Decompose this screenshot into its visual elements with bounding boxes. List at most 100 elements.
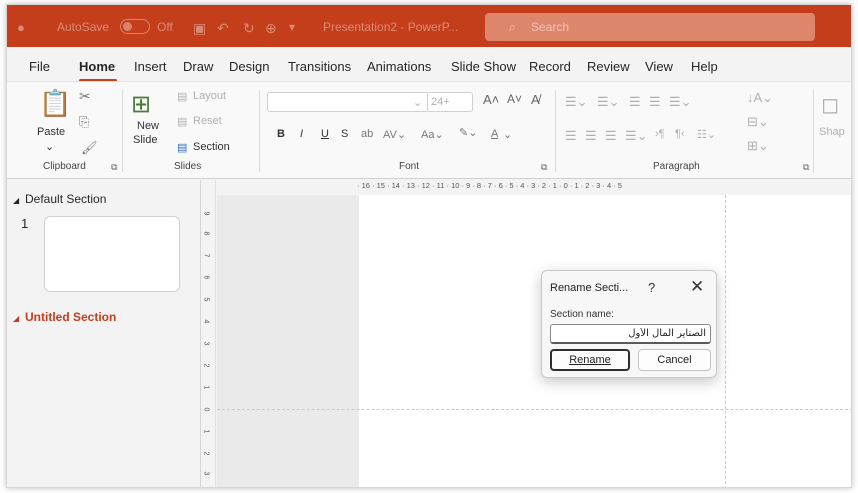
copy-icon[interactable]: ⎘ (79, 114, 89, 130)
highlight-icon[interactable]: ✎⌄ (459, 126, 477, 139)
horizontal-guide (217, 409, 851, 410)
app-logo-icon: ● (17, 20, 25, 35)
ribbon-separator (813, 90, 814, 172)
clipboard-launcher-icon[interactable]: ⧉ (111, 162, 117, 173)
search-icon: ⌕ (509, 20, 516, 34)
columns-icon[interactable]: ☷⌄ (697, 128, 716, 141)
reset-button[interactable]: Reset (193, 115, 222, 127)
layout-icon: ▤ (177, 91, 188, 103)
tab-record[interactable]: Record (529, 59, 571, 74)
clear-format-icon[interactable]: A̸ (531, 92, 540, 107)
ribbon: 📋 Paste ⌄ ✂ ⎘ 🖌 Clipboard ⧉ ⊞ New Slide … (7, 81, 851, 179)
tab-home[interactable]: Home (79, 59, 115, 74)
group-label-font: Font (399, 161, 420, 172)
autosave-toggle[interactable] (120, 19, 150, 34)
rename-button-label: Rename (569, 354, 611, 366)
strikethrough-icon[interactable]: ab (361, 128, 373, 140)
change-case-icon[interactable]: Aa⌄ (421, 128, 444, 141)
cut-icon[interactable]: ✂ (79, 88, 91, 105)
close-icon[interactable]: ✕ (690, 277, 704, 297)
new-slide-icon[interactable]: ⊞ (131, 90, 151, 119)
vertical-ruler: 9 8 7 6 5 4 3 2 1 0 1 2 3 (202, 180, 216, 487)
numbering-icon[interactable]: ☰⌄ (597, 94, 620, 110)
tab-slide-show[interactable]: Slide Show (451, 59, 516, 74)
shapes-icon[interactable]: ◻ (821, 92, 839, 118)
tab-help[interactable]: Help (691, 59, 718, 74)
strikethrough-button[interactable]: S (341, 128, 348, 140)
justify-icon[interactable]: ☰⌄ (625, 128, 648, 144)
dialog-title: Rename Secti... (550, 282, 629, 294)
align-left-icon[interactable]: ☰ (565, 128, 577, 144)
shapes-label[interactable]: Shap (819, 126, 845, 138)
align-center-icon[interactable]: ☰ (585, 128, 597, 144)
group-label-slides: Slides (174, 161, 202, 172)
tab-view[interactable]: View (645, 59, 673, 74)
text-direction-icon[interactable]: ↓A⌄ (747, 90, 773, 106)
section-untitled[interactable]: Untitled Section (25, 310, 116, 324)
shrink-font-icon[interactable]: A˅ (507, 92, 522, 106)
ruler-tick: 2 (202, 363, 210, 368)
ruler-tick: 3 (202, 341, 210, 346)
tab-file[interactable]: File (29, 59, 50, 74)
tab-design[interactable]: Design (229, 59, 269, 74)
underline-button[interactable]: U (321, 128, 329, 140)
new-slide-label-1[interactable]: New (137, 120, 159, 132)
ruler-tick: 6 (202, 275, 210, 280)
tab-transitions[interactable]: Transitions (288, 59, 351, 74)
ruler-tick: 7 (202, 253, 210, 258)
align-text-icon[interactable]: ⊟⌄ (747, 114, 769, 130)
redo-icon[interactable]: ↻ (243, 20, 255, 37)
font-color-dropdown-icon[interactable]: ⌄ (503, 128, 512, 141)
layout-button[interactable]: Layout (193, 90, 226, 102)
paragraph-launcher-icon[interactable]: ⧉ (803, 162, 809, 173)
present-icon[interactable]: ⊕ (265, 20, 277, 37)
cancel-button[interactable]: Cancel (638, 349, 711, 371)
italic-button[interactable]: I (300, 128, 303, 140)
font-color-icon[interactable]: A (491, 128, 498, 140)
grow-font-icon[interactable]: A˄ (483, 92, 499, 107)
bold-button[interactable]: B (277, 128, 285, 140)
section-default[interactable]: Default Section (25, 192, 106, 206)
reset-icon: ▤ (177, 116, 188, 128)
search-box[interactable]: ⌕ Search (485, 13, 815, 41)
format-painter-icon[interactable]: 🖌 (81, 140, 98, 156)
slide-thumbnail[interactable] (44, 216, 180, 292)
paste-label[interactable]: Paste (37, 126, 65, 138)
ribbon-separator (555, 90, 556, 172)
tab-animations[interactable]: Animations (367, 59, 431, 74)
tab-review[interactable]: Review (587, 59, 630, 74)
char-spacing-icon[interactable]: AV⌄ (383, 128, 406, 141)
font-launcher-icon[interactable]: ⧉ (541, 162, 547, 173)
collapse-section-icon[interactable]: ◢ (13, 196, 19, 205)
bullets-icon[interactable]: ☰⌄ (565, 94, 588, 110)
rename-button[interactable]: Rename (550, 349, 630, 371)
decrease-indent-icon[interactable]: ☰ (629, 94, 641, 110)
paste-dropdown-icon[interactable]: ⌄ (45, 140, 54, 153)
section-button[interactable]: Section (193, 141, 230, 153)
vertical-guide (725, 195, 726, 487)
save-icon[interactable]: ▣ (193, 20, 206, 37)
tab-insert[interactable]: Insert (134, 59, 167, 74)
ruler-tick: 5 (202, 297, 210, 302)
section-name-input[interactable] (550, 324, 711, 344)
group-label-clipboard: Clipboard (43, 161, 86, 172)
paste-icon[interactable]: 📋 (39, 88, 71, 119)
rtl-icon[interactable]: ›¶ (655, 128, 665, 140)
new-slide-label-2[interactable]: Slide (133, 134, 157, 146)
ruler-tick: 1 (202, 429, 210, 434)
increase-indent-icon[interactable]: ☰ (649, 94, 661, 110)
font-name-dropdown-icon[interactable]: ⌄ (413, 96, 422, 109)
smartart-icon[interactable]: ⊞⌄ (747, 138, 769, 154)
customize-icon[interactable]: ▾ (289, 20, 295, 34)
line-spacing-icon[interactable]: ☰⌄ (669, 94, 692, 110)
align-right-icon[interactable]: ☰ (605, 128, 617, 144)
tab-draw[interactable]: Draw (183, 59, 213, 74)
ribbon-separator (122, 90, 123, 172)
ltr-icon[interactable]: ¶‹ (675, 128, 685, 140)
help-icon[interactable]: ? (648, 280, 655, 295)
font-name-box[interactable] (267, 92, 429, 112)
ruler-tick: 2 (202, 451, 210, 456)
collapse-section-icon[interactable]: ◢ (13, 314, 19, 323)
undo-icon[interactable]: ↶ (217, 20, 229, 37)
search-placeholder: Search (531, 20, 570, 34)
